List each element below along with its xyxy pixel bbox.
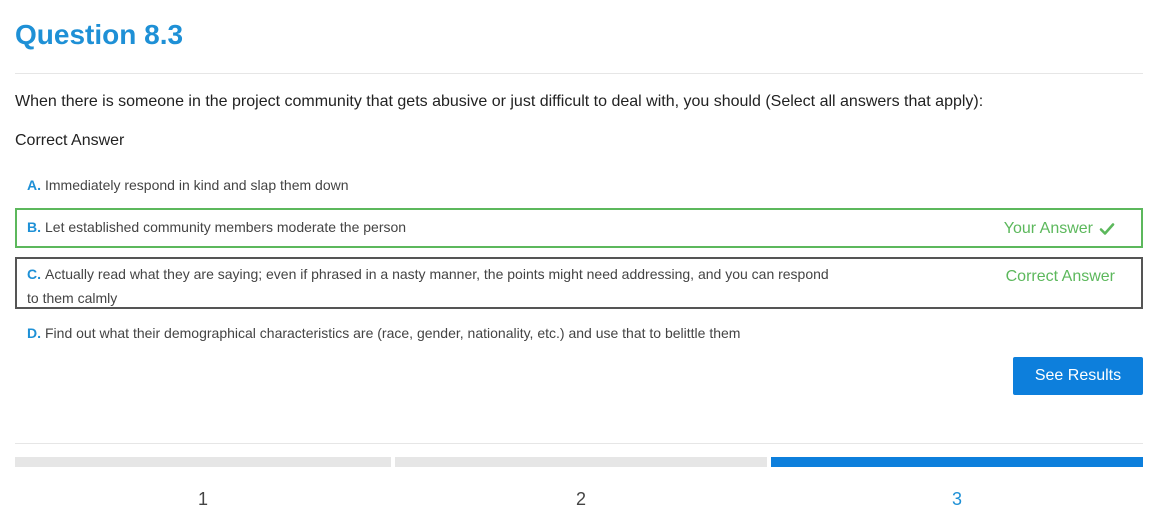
your-answer-tag: Your Answer bbox=[1004, 217, 1115, 241]
progress-step-1[interactable]: 1 bbox=[15, 457, 391, 509]
answer-option-c[interactable]: C. Actually read what they are saying; ev… bbox=[15, 257, 1143, 309]
progress-step-number: 1 bbox=[197, 489, 208, 509]
progress-bar-segment bbox=[15, 457, 391, 467]
progress-step-2[interactable]: 2 bbox=[395, 457, 767, 509]
see-results-button[interactable]: See Results bbox=[1013, 357, 1143, 395]
answer-option-b[interactable]: B. Let established community members mode… bbox=[15, 208, 1143, 248]
option-text: Find out what their demographical charac… bbox=[45, 325, 741, 341]
progress-bar-segment bbox=[395, 457, 767, 467]
progress-bar-segment bbox=[771, 457, 1143, 467]
option-text: Actually read what they are saying; even… bbox=[27, 266, 829, 306]
progress-step-number: 2 bbox=[575, 489, 586, 509]
option-text-wrap: C. Actually read what they are saying; ev… bbox=[27, 262, 837, 310]
option-text: Immediately respond in kind and slap the… bbox=[45, 177, 349, 193]
check-icon bbox=[1099, 223, 1115, 235]
option-letter: C. bbox=[27, 266, 41, 282]
correct-answer-tag: Correct Answer bbox=[1006, 265, 1115, 289]
progress-step-number: 3 bbox=[951, 489, 962, 509]
option-letter: A. bbox=[27, 177, 41, 193]
your-answer-label: Your Answer bbox=[1003, 220, 1093, 237]
title-divider bbox=[15, 73, 1143, 74]
option-text: Let established community members modera… bbox=[45, 219, 407, 235]
quiz-page: Question 8.3 When there is someone in th… bbox=[0, 0, 1159, 517]
answer-option-d[interactable]: D. Find out what their demographical char… bbox=[15, 320, 1143, 348]
option-letter: B. bbox=[27, 219, 41, 235]
page-title: Question 8.3 bbox=[15, 19, 184, 50]
correct-answer-label: Correct Answer bbox=[1005, 268, 1115, 285]
option-letter: D. bbox=[27, 325, 41, 341]
progress-divider bbox=[15, 443, 1143, 444]
progress-step-3[interactable]: 3 bbox=[771, 457, 1143, 509]
answer-option-a[interactable]: A. Immediately respond in kind and slap t… bbox=[15, 172, 1143, 200]
question-text: When there is someone in the project com… bbox=[15, 93, 984, 110]
result-status: Correct Answer bbox=[15, 132, 125, 149]
